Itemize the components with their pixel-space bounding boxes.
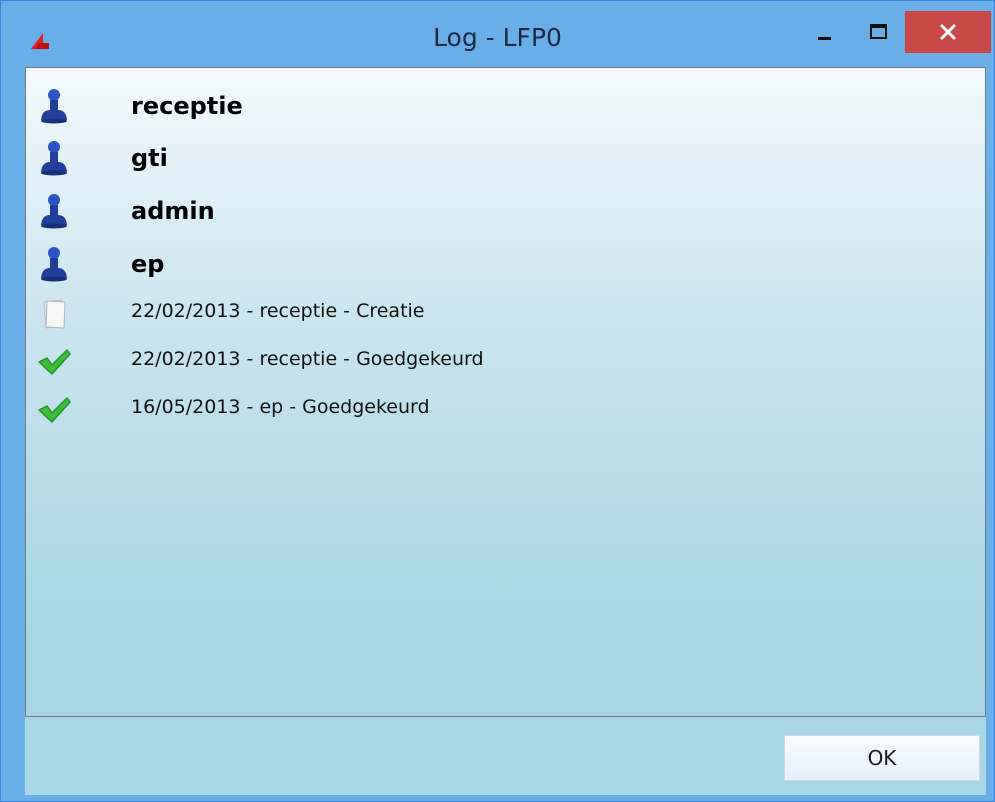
list-item-user[interactable]: receptie [26,88,966,128]
user-name: gti [131,144,168,172]
close-button[interactable] [905,11,991,53]
minimize-button[interactable] [803,11,847,55]
checkmark-icon [38,349,71,375]
checkmark-icon [38,397,71,423]
log-entry-text: 22/02/2013 - receptie - Creatie [131,300,425,322]
user-name: receptie [131,92,243,120]
user-name: ep [131,250,165,278]
user-name: admin [131,197,215,225]
ok-button[interactable]: OK [784,735,980,781]
list-item-log[interactable]: 22/02/2013 - receptie - Goedgekeurd [26,342,966,378]
minimize-icon [818,37,831,40]
list-item-user[interactable]: admin [26,193,966,233]
log-list[interactable]: receptie gti admin ep 22/02/2013 - recep… [25,67,986,717]
maximize-icon [870,24,887,39]
close-icon [940,24,956,40]
list-item-log[interactable]: 22/02/2013 - receptie - Creatie [26,294,966,330]
title-bar[interactable]: Log - LFP0 [1,1,994,67]
list-item-user[interactable]: ep [26,246,966,286]
user-icon [41,194,67,229]
user-icon [41,247,67,282]
document-icon [43,299,66,329]
log-entry-text: 16/05/2013 - ep - Goedgekeurd [131,396,430,418]
user-icon [41,89,67,124]
log-window: Log - LFP0 receptie gti admin ep 22/02/2… [0,0,995,802]
user-icon [41,141,67,176]
list-item-user[interactable]: gti [26,140,966,180]
log-entry-text: 22/02/2013 - receptie - Goedgekeurd [131,348,484,370]
list-item-log[interactable]: 16/05/2013 - ep - Goedgekeurd [26,390,966,426]
maximize-button[interactable] [857,11,901,55]
